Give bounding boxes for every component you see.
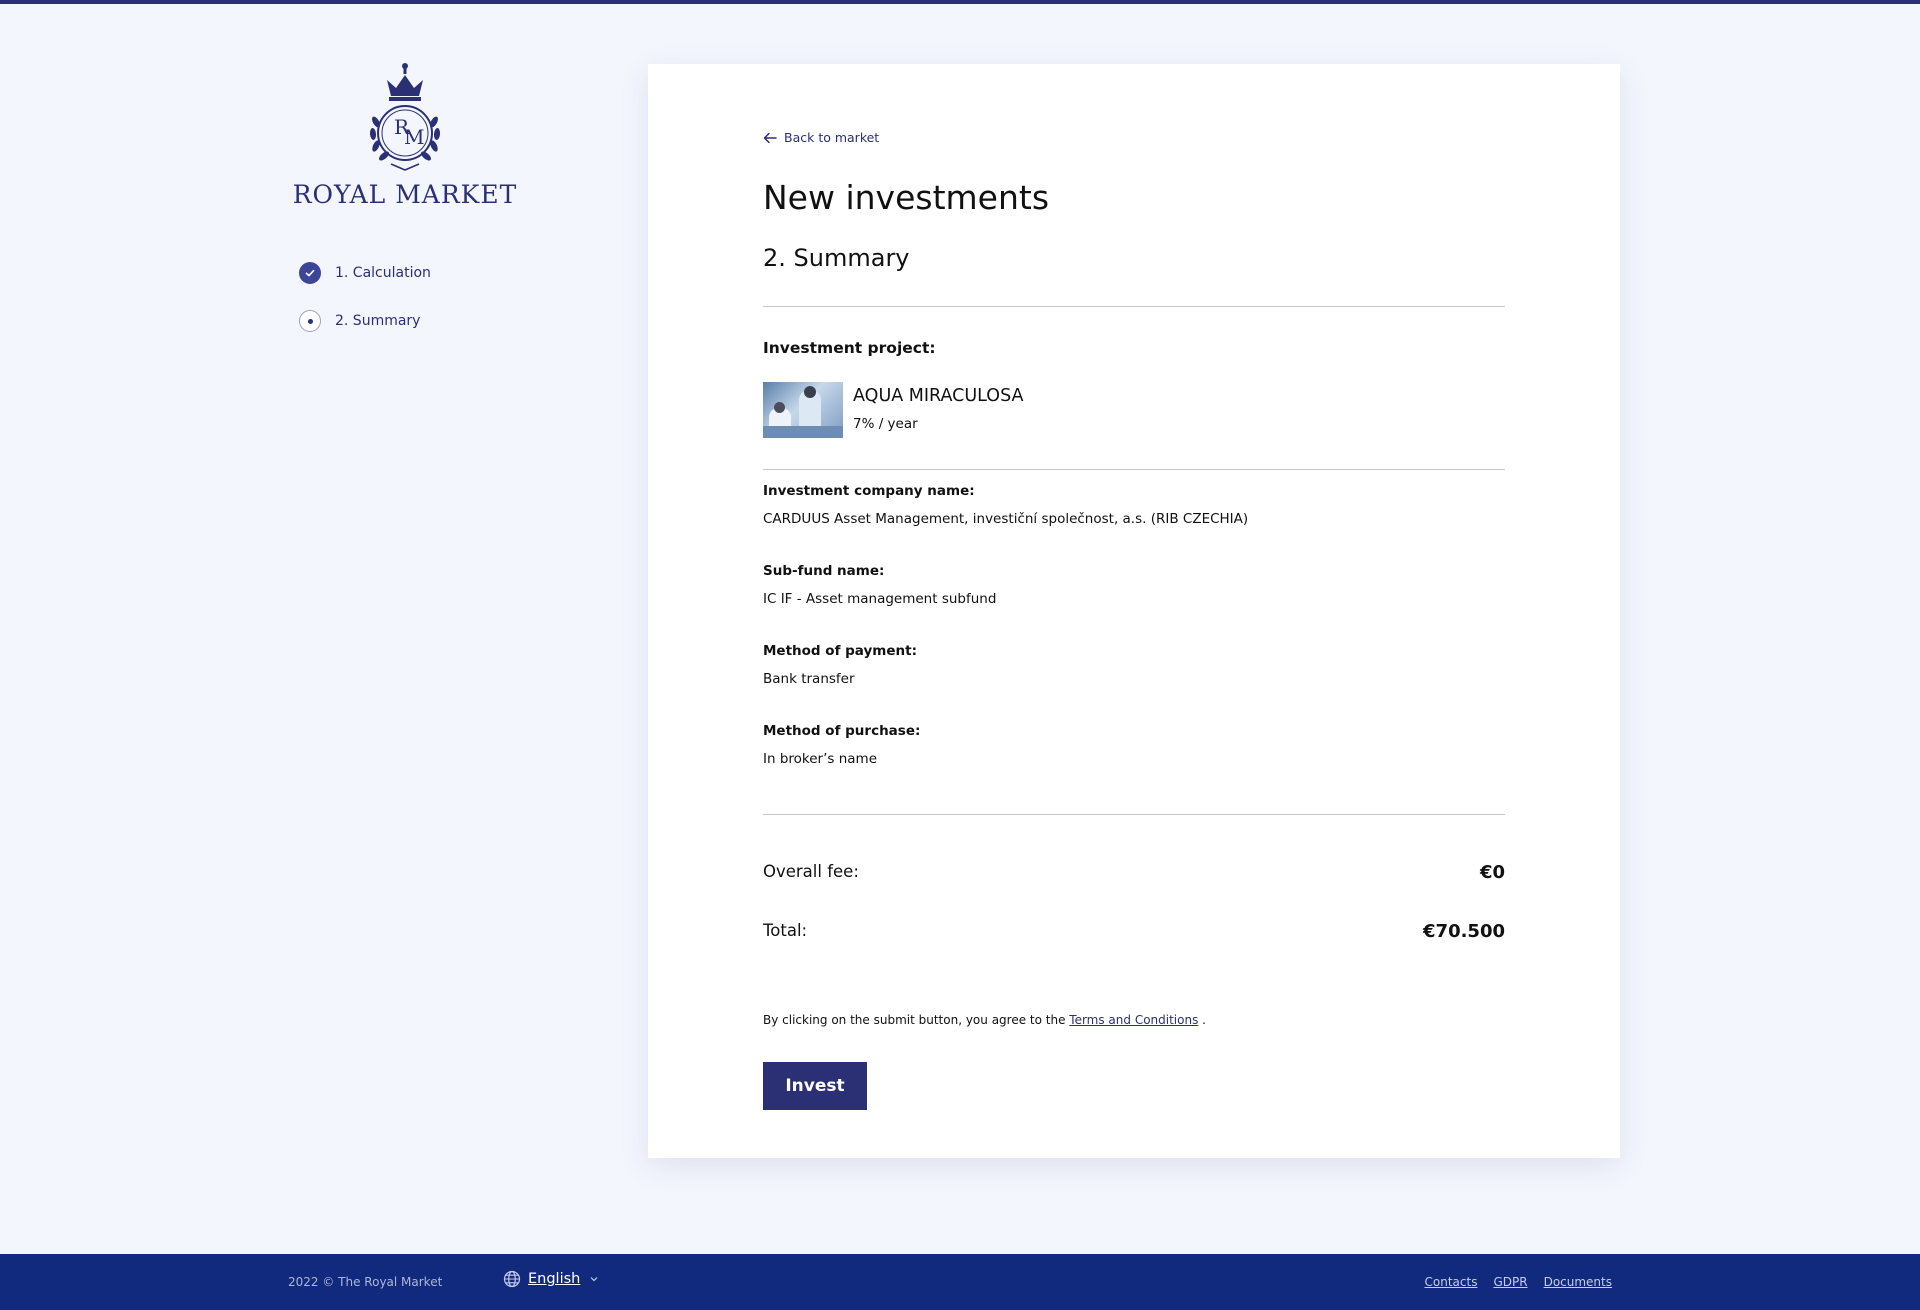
step-calculation[interactable]: 1. Calculation xyxy=(299,261,520,285)
copyright: 2022 © The Royal Market xyxy=(288,1275,443,1289)
project-heading: Investment project: xyxy=(763,339,936,357)
footer: 2022 © The Royal Market English Contacts… xyxy=(0,1254,1920,1310)
back-link-label: Back to market xyxy=(784,130,880,145)
divider xyxy=(763,469,1505,470)
contacts-link[interactable]: Contacts xyxy=(1425,1275,1478,1289)
step-label: 2. Summary xyxy=(335,313,421,329)
project-thumbnail xyxy=(763,382,843,438)
purchase-method-label: Method of purchase: xyxy=(763,723,921,739)
subfund-name-label: Sub-fund name: xyxy=(763,563,885,579)
step-title: 2. Summary xyxy=(763,244,910,272)
top-accent-stripe xyxy=(0,0,1920,4)
invest-button[interactable]: Invest xyxy=(763,1062,867,1110)
payment-method-label: Method of payment: xyxy=(763,643,917,659)
chevron-down-icon xyxy=(590,1277,598,1282)
terms-link[interactable]: Terms and Conditions xyxy=(1069,1013,1198,1027)
payment-method-value: Bank transfer xyxy=(763,671,855,687)
total-value: €70.500 xyxy=(1423,921,1505,942)
svg-text:M: M xyxy=(404,125,424,149)
sidebar: R M ROYAL MARKET 1. Calculation 2. Summa… xyxy=(290,60,520,357)
company-name-label: Investment company name: xyxy=(763,483,975,499)
divider xyxy=(763,306,1505,307)
back-to-market-link[interactable]: Back to market xyxy=(763,130,879,145)
summary-card: Back to market New investments 2. Summar… xyxy=(648,64,1620,1158)
agreement-suffix: . xyxy=(1198,1013,1206,1027)
agreement-text: By clicking on the submit button, you ag… xyxy=(763,1013,1070,1027)
documents-link[interactable]: Documents xyxy=(1544,1275,1612,1289)
company-name-value: CARDUUS Asset Management, investiční spo… xyxy=(763,511,1249,527)
project-name: AQUA MIRACULOSA xyxy=(853,386,1024,406)
overall-fee-label: Overall fee: xyxy=(763,862,859,881)
project-item: AQUA MIRACULOSA 7% / year xyxy=(763,382,1024,438)
step-label: 1. Calculation xyxy=(335,265,431,281)
terms-agreement: By clicking on the submit button, you ag… xyxy=(763,1013,1206,1027)
brand-name: ROYAL MARKET xyxy=(292,180,518,209)
arrow-left-icon xyxy=(763,132,777,143)
footer-links: Contacts GDPR Documents xyxy=(1409,1275,1613,1289)
language-label: English xyxy=(528,1271,581,1287)
divider xyxy=(763,814,1505,815)
brand-logo[interactable]: R M ROYAL MARKET xyxy=(290,60,520,209)
page-title: New investments xyxy=(763,178,1050,217)
crest-icon: R M xyxy=(369,63,441,171)
subfund-name-value: IC IF - Asset management subfund xyxy=(763,591,997,607)
language-selector[interactable]: English xyxy=(503,1270,598,1288)
overall-fee-value: €0 xyxy=(1479,862,1505,883)
step-list: 1. Calculation 2. Summary xyxy=(299,261,520,333)
project-rate: 7% / year xyxy=(853,416,918,432)
globe-icon xyxy=(503,1270,521,1288)
gdpr-link[interactable]: GDPR xyxy=(1493,1275,1527,1289)
check-icon xyxy=(299,262,321,284)
purchase-method-value: In broker’s name xyxy=(763,751,878,767)
step-summary[interactable]: 2. Summary xyxy=(299,309,520,333)
current-step-icon xyxy=(299,310,321,332)
total-label: Total: xyxy=(763,921,808,940)
